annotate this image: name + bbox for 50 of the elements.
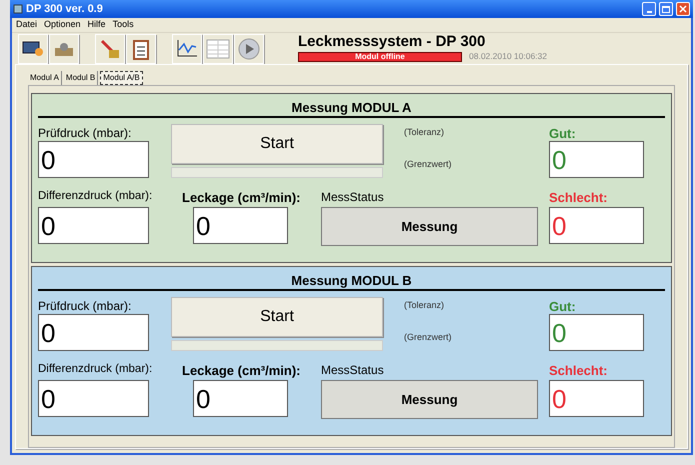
timestamp: 08.02.2010 10:06:32 xyxy=(469,50,547,63)
tab[interactable]: Modul A/B xyxy=(100,71,143,85)
leakage-field: 0 xyxy=(193,380,288,417)
field-label: MessStatus xyxy=(321,189,385,206)
start-button[interactable]: Start xyxy=(171,124,383,164)
field-label: Leckage (cm³/min): xyxy=(182,189,302,207)
module-title: Messung MODUL A xyxy=(292,100,412,116)
window-title: DP 300 ver. 0.9 xyxy=(26,2,103,17)
play-icon[interactable] xyxy=(234,34,264,64)
app-heading: Leckmesssystem - DP 300 xyxy=(298,34,486,50)
differential-pressure-field: 0 xyxy=(38,380,149,417)
clipboard-icon[interactable] xyxy=(126,34,156,64)
line-chart-icon[interactable] xyxy=(172,34,202,64)
bad-count-field: 0 xyxy=(549,207,644,244)
limit-label: (Grenzwert) xyxy=(404,158,453,171)
tolerance-label: (Toleranz) xyxy=(404,126,446,139)
differential-pressure-field: 0 xyxy=(38,207,149,244)
field-label: Differenzdruck (mbar): xyxy=(38,362,154,377)
module-title: Messung MODUL B xyxy=(291,273,412,289)
leakage-field: 0 xyxy=(193,207,288,244)
field-label: Differenzdruck (mbar): xyxy=(38,189,154,204)
pruefdruck-field: 0 xyxy=(38,314,149,351)
bad-label: Schlecht: xyxy=(549,362,609,380)
good-label: Gut: xyxy=(549,125,577,141)
field-label: Prüfdruck (mbar): xyxy=(38,125,132,141)
good-count-field: 0 xyxy=(549,314,644,351)
app-icon xyxy=(13,4,23,14)
good-label: Gut: xyxy=(549,298,577,314)
close-icon xyxy=(679,5,687,13)
menu-item[interactable]: Datei xyxy=(16,18,38,32)
minimize-button[interactable] xyxy=(642,2,656,16)
bad-count-field: 0 xyxy=(549,380,644,417)
status-display: Messung xyxy=(321,380,538,419)
field-label: MessStatus xyxy=(321,362,385,379)
pruefdruck-field: 0 xyxy=(38,141,149,178)
bad-label: Schlecht: xyxy=(549,189,609,207)
status-display: Messung xyxy=(321,207,538,246)
close-button[interactable] xyxy=(676,2,690,16)
monitor-icon[interactable] xyxy=(18,34,48,64)
maximize-button[interactable] xyxy=(659,2,673,16)
menu-item[interactable]: Hilfe xyxy=(88,18,106,32)
good-count-field: 0 xyxy=(549,141,644,178)
menu-item[interactable]: Tools xyxy=(112,18,134,32)
start-button[interactable]: Start xyxy=(171,297,383,337)
status-banner: Modul offline xyxy=(298,52,462,62)
tolerance-label: (Toleranz) xyxy=(404,299,446,312)
field-label: Leckage (cm³/min): xyxy=(182,362,302,380)
menu-item[interactable]: Optionen xyxy=(44,18,81,32)
limit-label: (Grenzwert) xyxy=(404,330,453,344)
field-label: Prüfdruck (mbar): xyxy=(38,298,132,314)
